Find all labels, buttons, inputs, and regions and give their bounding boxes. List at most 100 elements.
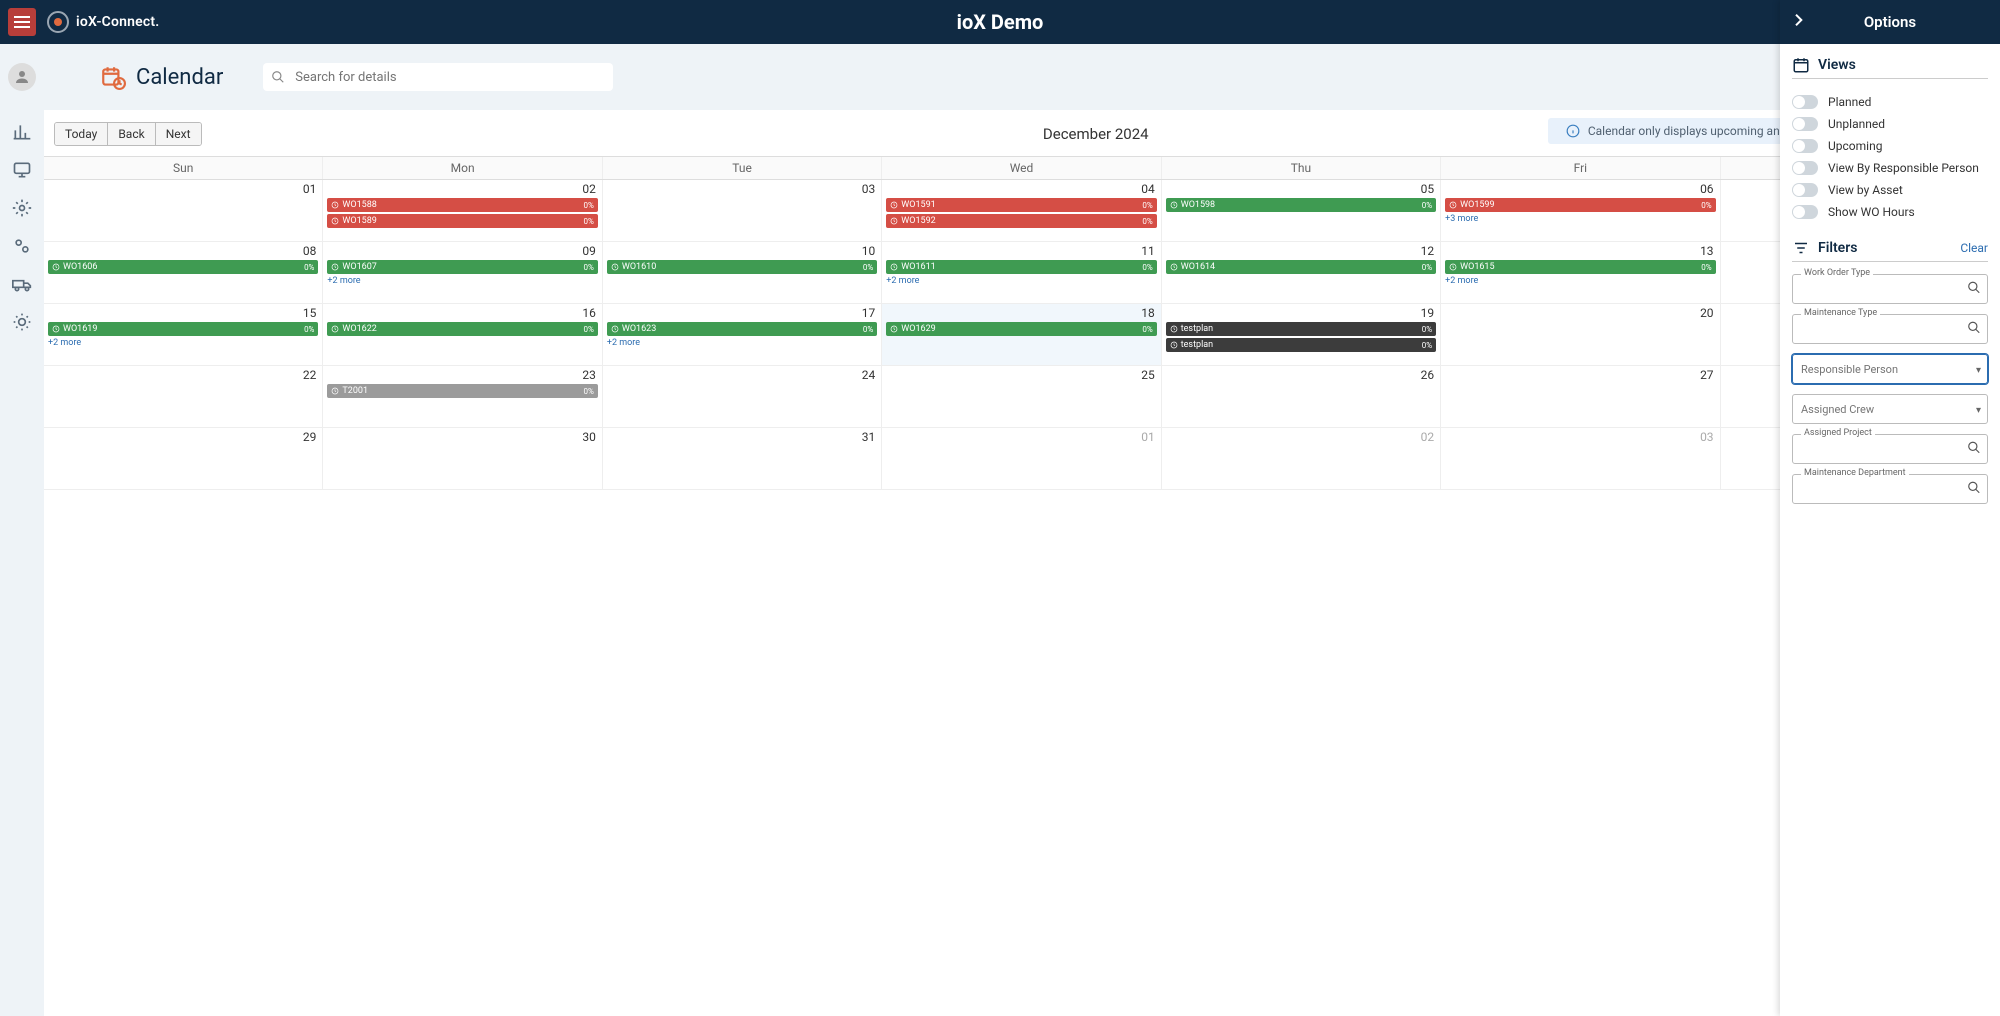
rail-screens[interactable] — [10, 158, 34, 182]
work-order-event[interactable]: WO16100% — [607, 260, 877, 274]
info-icon — [1566, 124, 1580, 138]
calendar-day[interactable]: 26 — [1162, 366, 1441, 427]
collapse-panel-button[interactable] — [1790, 12, 1806, 32]
gear-icon — [12, 198, 32, 218]
calendar-day[interactable]: 03 — [603, 180, 882, 241]
responsible-person-input[interactable] — [1793, 355, 1987, 383]
rail-automation[interactable] — [10, 234, 34, 258]
calendar-day[interactable]: 20 — [1441, 304, 1720, 365]
assigned-crew-input[interactable] — [1793, 395, 1987, 423]
more-events-link[interactable]: +2 more — [886, 276, 1156, 286]
calendar-day[interactable]: 15WO16190%+2 more — [44, 304, 323, 365]
calendar-day[interactable]: 27 — [1441, 366, 1720, 427]
work-order-event[interactable]: testplan0% — [1166, 338, 1436, 352]
calendar-day[interactable]: 05WO15980% — [1162, 180, 1441, 241]
calendar-day[interactable]: 23T20010% — [323, 366, 602, 427]
assigned-project-field[interactable]: Assigned Project — [1792, 434, 1988, 464]
search-icon[interactable] — [1967, 321, 1981, 338]
maintenance-type-input[interactable] — [1793, 315, 1987, 343]
toggle-switch[interactable] — [1792, 161, 1818, 175]
work-order-event[interactable]: WO16150% — [1445, 260, 1715, 274]
calendar-day[interactable]: 24 — [603, 366, 882, 427]
calendar-day[interactable]: 01 — [882, 428, 1161, 489]
work-order-event[interactable]: WO16070% — [327, 260, 597, 274]
work-order-event[interactable]: T20010% — [327, 384, 597, 398]
calendar-day[interactable]: 30 — [323, 428, 602, 489]
menu-button[interactable] — [8, 8, 36, 36]
work-order-event[interactable]: WO16220% — [327, 322, 597, 336]
maintenance-type-field[interactable]: Maintenance Type — [1792, 314, 1988, 344]
chevron-down-icon[interactable] — [1976, 402, 1981, 416]
rail-settings[interactable] — [10, 196, 34, 220]
calendar-day[interactable]: 02WO15880%WO15890% — [323, 180, 602, 241]
day-number: 03 — [862, 182, 876, 196]
calendar-day[interactable]: 31 — [603, 428, 882, 489]
calendar-day[interactable]: 03 — [1441, 428, 1720, 489]
assigned-project-input[interactable] — [1793, 435, 1987, 463]
calendar-day[interactable]: 10WO16100% — [603, 242, 882, 303]
work-order-event[interactable]: WO16190% — [48, 322, 318, 336]
calendar-day[interactable]: 01 — [44, 180, 323, 241]
work-order-type-field[interactable]: Work Order Type — [1792, 274, 1988, 304]
toggle-switch[interactable] — [1792, 95, 1818, 109]
work-order-event[interactable]: WO15880% — [327, 198, 597, 212]
calendar-day[interactable]: 19testplan0%testplan0% — [1162, 304, 1441, 365]
toggle-switch[interactable] — [1792, 183, 1818, 197]
work-order-type-input[interactable] — [1793, 275, 1987, 303]
toggle-label: View by Asset — [1828, 183, 1903, 197]
responsible-person-field[interactable] — [1792, 354, 1988, 384]
calendar-day[interactable]: 08WO16060% — [44, 242, 323, 303]
maintenance-department-input[interactable] — [1793, 475, 1987, 503]
work-order-event[interactable]: WO15920% — [886, 214, 1156, 228]
views-section-header: Views — [1792, 56, 1988, 79]
more-events-link[interactable]: +2 more — [327, 276, 597, 286]
toggle-switch[interactable] — [1792, 139, 1818, 153]
calendar-day[interactable]: 04WO15910%WO15920% — [882, 180, 1161, 241]
search-icon[interactable] — [1967, 481, 1981, 498]
calendar-day[interactable]: 13WO16150%+2 more — [1441, 242, 1720, 303]
avatar[interactable] — [8, 63, 36, 91]
calendar-day[interactable]: 17WO16230%+2 more — [603, 304, 882, 365]
next-button[interactable]: Next — [156, 123, 201, 145]
calendar-day[interactable]: 16WO16220% — [323, 304, 602, 365]
clear-filters-button[interactable]: Clear — [1960, 241, 1988, 255]
calendar-day[interactable]: 25 — [882, 366, 1161, 427]
work-order-event[interactable]: WO15980% — [1166, 198, 1436, 212]
work-order-event[interactable]: WO16060% — [48, 260, 318, 274]
calendar-day[interactable]: 02 — [1162, 428, 1441, 489]
calendar-day[interactable]: 18WO16290% — [882, 304, 1161, 365]
options-title: Options — [1864, 13, 1916, 31]
rail-admin[interactable] — [10, 310, 34, 334]
calendar-day[interactable]: 09WO16070%+2 more — [323, 242, 602, 303]
more-events-link[interactable]: +3 more — [1445, 214, 1715, 224]
work-order-event[interactable]: WO16110% — [886, 260, 1156, 274]
toggle-switch[interactable] — [1792, 205, 1818, 219]
calendar-day[interactable]: 11WO16110%+2 more — [882, 242, 1161, 303]
more-events-link[interactable]: +2 more — [48, 338, 318, 348]
calendar-day[interactable]: 29 — [44, 428, 323, 489]
search-input[interactable] — [263, 63, 613, 91]
more-events-link[interactable]: +2 more — [1445, 276, 1715, 286]
work-order-event[interactable]: WO16290% — [886, 322, 1156, 336]
calendar-day[interactable]: 12WO16140% — [1162, 242, 1441, 303]
work-order-event[interactable]: WO15990% — [1445, 198, 1715, 212]
toggle-switch[interactable] — [1792, 117, 1818, 131]
rail-fleet[interactable] — [10, 272, 34, 296]
chevron-down-icon[interactable] — [1976, 362, 1981, 376]
back-button[interactable]: Back — [108, 123, 155, 145]
calendar-day[interactable]: 06WO15990%+3 more — [1441, 180, 1720, 241]
filters-title: Filters — [1818, 240, 1857, 256]
rail-dashboard[interactable] — [10, 120, 34, 144]
search-icon[interactable] — [1967, 441, 1981, 458]
today-button[interactable]: Today — [55, 123, 108, 145]
work-order-event[interactable]: WO15910% — [886, 198, 1156, 212]
maintenance-department-field[interactable]: Maintenance Department — [1792, 474, 1988, 504]
work-order-event[interactable]: testplan0% — [1166, 322, 1436, 336]
more-events-link[interactable]: +2 more — [607, 338, 877, 348]
calendar-day[interactable]: 22 — [44, 366, 323, 427]
assigned-crew-field[interactable] — [1792, 394, 1988, 424]
work-order-event[interactable]: WO16140% — [1166, 260, 1436, 274]
work-order-event[interactable]: WO15890% — [327, 214, 597, 228]
search-icon[interactable] — [1967, 281, 1981, 298]
work-order-event[interactable]: WO16230% — [607, 322, 877, 336]
